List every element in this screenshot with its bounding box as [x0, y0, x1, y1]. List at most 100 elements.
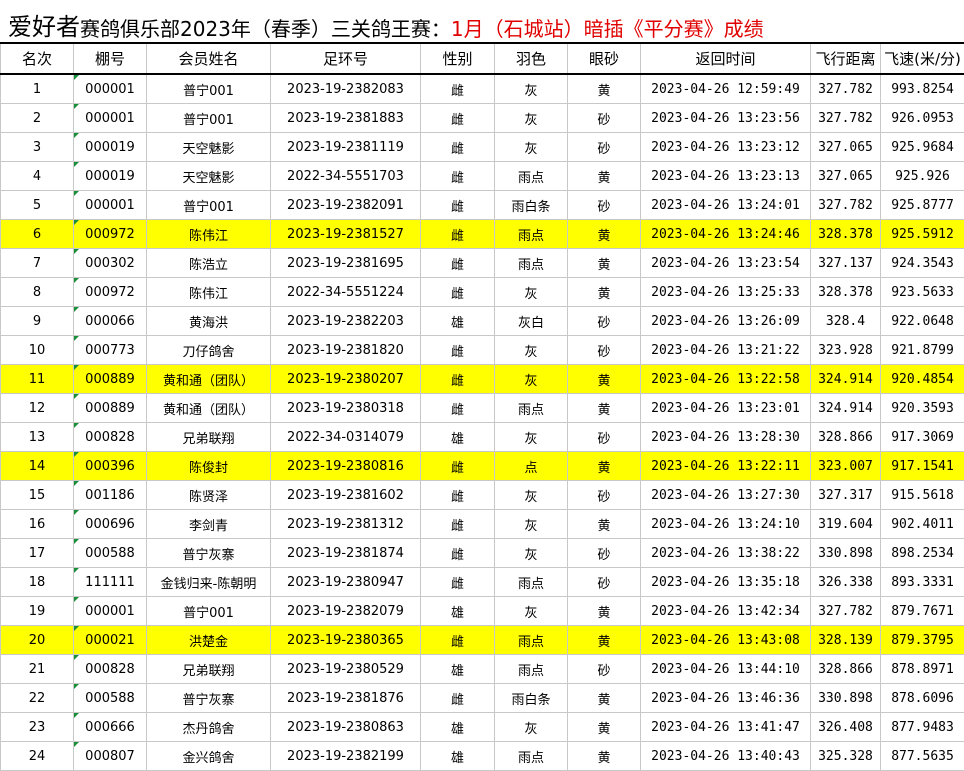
speed-cell[interactable]: 879.3795 [881, 626, 964, 655]
return-time-cell[interactable]: 2023-04-26 13:44:10 [641, 655, 811, 684]
return-time-cell[interactable]: 2023-04-26 13:22:11 [641, 452, 811, 481]
feather-color-cell[interactable]: 灰 [495, 104, 568, 133]
ring-number-cell[interactable]: 2023-19-2380207 [271, 365, 421, 394]
feather-color-cell[interactable]: 点 [495, 452, 568, 481]
rank-cell[interactable]: 24 [1, 742, 74, 771]
rank-cell[interactable]: 10 [1, 336, 74, 365]
member-name-cell[interactable]: 黄和通（团队） [147, 365, 271, 394]
speed-cell[interactable]: 922.0648 [881, 307, 964, 336]
rank-cell[interactable]: 1 [1, 74, 74, 104]
ring-number-cell[interactable]: 2023-19-2381695 [271, 249, 421, 278]
ring-number-cell[interactable]: 2023-19-2381876 [271, 684, 421, 713]
distance-cell[interactable]: 324.914 [811, 394, 881, 423]
return-time-cell[interactable]: 2023-04-26 13:23:56 [641, 104, 811, 133]
feather-color-cell[interactable]: 灰白 [495, 307, 568, 336]
loft-cell[interactable]: 000396 [74, 452, 147, 481]
member-name-cell[interactable]: 普宁001 [147, 74, 271, 104]
ring-number-cell[interactable]: 2023-19-2380529 [271, 655, 421, 684]
sex-cell[interactable]: 雌 [421, 278, 495, 307]
speed-cell[interactable]: 902.4011 [881, 510, 964, 539]
sex-cell[interactable]: 雌 [421, 510, 495, 539]
distance-cell[interactable]: 323.928 [811, 336, 881, 365]
distance-cell[interactable]: 327.782 [811, 74, 881, 104]
ring-number-cell[interactable]: 2022-34-5551224 [271, 278, 421, 307]
sex-cell[interactable]: 雌 [421, 133, 495, 162]
sex-cell[interactable]: 雌 [421, 74, 495, 104]
rank-cell[interactable]: 18 [1, 568, 74, 597]
sex-cell[interactable]: 雌 [421, 191, 495, 220]
feather-color-cell[interactable]: 雨点 [495, 655, 568, 684]
rank-cell[interactable]: 2 [1, 104, 74, 133]
speed-cell[interactable]: 893.3331 [881, 568, 964, 597]
member-name-cell[interactable]: 刀仔鸽舍 [147, 336, 271, 365]
feather-color-cell[interactable]: 雨白条 [495, 684, 568, 713]
speed-cell[interactable]: 920.3593 [881, 394, 964, 423]
member-name-cell[interactable]: 天空魅影 [147, 162, 271, 191]
feather-color-cell[interactable]: 灰 [495, 365, 568, 394]
member-name-cell[interactable]: 陈伟江 [147, 278, 271, 307]
col-header-ring-number[interactable]: 足环号 [271, 43, 421, 74]
loft-cell[interactable]: 000696 [74, 510, 147, 539]
eye-cell[interactable]: 黄 [568, 278, 641, 307]
distance-cell[interactable]: 327.782 [811, 191, 881, 220]
return-time-cell[interactable]: 2023-04-26 13:23:13 [641, 162, 811, 191]
col-header-speed[interactable]: 飞速(米/分) [881, 43, 964, 74]
feather-color-cell[interactable]: 雨点 [495, 249, 568, 278]
member-name-cell[interactable]: 普宁灰寨 [147, 539, 271, 568]
sex-cell[interactable]: 雄 [421, 307, 495, 336]
rank-cell[interactable]: 5 [1, 191, 74, 220]
ring-number-cell[interactable]: 2023-19-2381874 [271, 539, 421, 568]
col-header-distance[interactable]: 飞行距离 [811, 43, 881, 74]
loft-cell[interactable]: 000001 [74, 597, 147, 626]
sex-cell[interactable]: 雌 [421, 336, 495, 365]
rank-cell[interactable]: 7 [1, 249, 74, 278]
speed-cell[interactable]: 877.5635 [881, 742, 964, 771]
ring-number-cell[interactable]: 2023-19-2380365 [271, 626, 421, 655]
eye-cell[interactable]: 砂 [568, 336, 641, 365]
distance-cell[interactable]: 324.914 [811, 365, 881, 394]
sex-cell[interactable]: 雌 [421, 626, 495, 655]
return-time-cell[interactable]: 2023-04-26 13:26:09 [641, 307, 811, 336]
feather-color-cell[interactable]: 雨白条 [495, 191, 568, 220]
feather-color-cell[interactable]: 雨点 [495, 394, 568, 423]
sex-cell[interactable]: 雄 [421, 423, 495, 452]
member-name-cell[interactable]: 天空魅影 [147, 133, 271, 162]
rank-cell[interactable]: 17 [1, 539, 74, 568]
member-name-cell[interactable]: 陈伟江 [147, 220, 271, 249]
member-name-cell[interactable]: 陈贤泽 [147, 481, 271, 510]
rank-cell[interactable]: 11 [1, 365, 74, 394]
ring-number-cell[interactable]: 2023-19-2382079 [271, 597, 421, 626]
feather-color-cell[interactable]: 灰 [495, 74, 568, 104]
speed-cell[interactable]: 926.0953 [881, 104, 964, 133]
eye-cell[interactable]: 黄 [568, 626, 641, 655]
eye-cell[interactable]: 黄 [568, 742, 641, 771]
member-name-cell[interactable]: 金兴鸽舍 [147, 742, 271, 771]
ring-number-cell[interactable]: 2023-19-2382203 [271, 307, 421, 336]
col-header-sex[interactable]: 性别 [421, 43, 495, 74]
member-name-cell[interactable]: 普宁灰寨 [147, 684, 271, 713]
ring-number-cell[interactable]: 2023-19-2380947 [271, 568, 421, 597]
rank-cell[interactable]: 15 [1, 481, 74, 510]
sex-cell[interactable]: 雌 [421, 394, 495, 423]
speed-cell[interactable]: 920.4854 [881, 365, 964, 394]
return-time-cell[interactable]: 2023-04-26 12:59:49 [641, 74, 811, 104]
eye-cell[interactable]: 砂 [568, 133, 641, 162]
rank-cell[interactable]: 20 [1, 626, 74, 655]
return-time-cell[interactable]: 2023-04-26 13:21:22 [641, 336, 811, 365]
return-time-cell[interactable]: 2023-04-26 13:46:36 [641, 684, 811, 713]
col-header-loft[interactable]: 棚号 [74, 43, 147, 74]
eye-cell[interactable]: 黄 [568, 684, 641, 713]
loft-cell[interactable]: 000828 [74, 423, 147, 452]
loft-cell[interactable]: 000666 [74, 713, 147, 742]
ring-number-cell[interactable]: 2023-19-2382083 [271, 74, 421, 104]
eye-cell[interactable]: 黄 [568, 597, 641, 626]
loft-cell[interactable]: 000001 [74, 191, 147, 220]
speed-cell[interactable]: 898.2534 [881, 539, 964, 568]
col-header-feather-color[interactable]: 羽色 [495, 43, 568, 74]
rank-cell[interactable]: 6 [1, 220, 74, 249]
feather-color-cell[interactable]: 灰 [495, 336, 568, 365]
loft-cell[interactable]: 000066 [74, 307, 147, 336]
distance-cell[interactable]: 327.065 [811, 162, 881, 191]
speed-cell[interactable]: 878.8971 [881, 655, 964, 684]
sex-cell[interactable]: 雄 [421, 655, 495, 684]
